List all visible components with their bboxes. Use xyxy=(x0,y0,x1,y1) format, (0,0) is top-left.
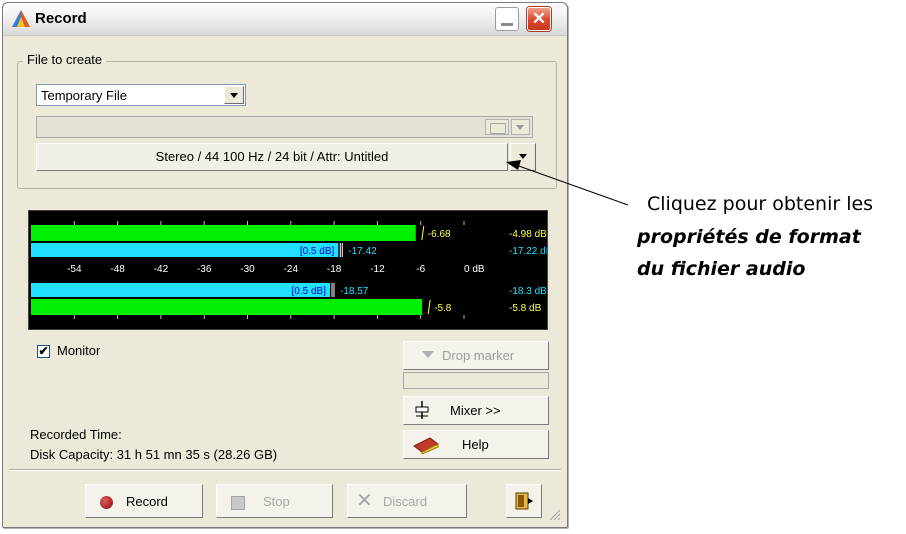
recorded-time-label: Recorded Time: xyxy=(30,427,122,442)
help-label: Help xyxy=(462,437,489,452)
meter-scale-label: -6 xyxy=(416,264,425,275)
meter-peak-label: -5.8 dB xyxy=(509,303,542,314)
meter-average-peak-label: -17.22 dB xyxy=(509,246,547,257)
stop-label: Stop xyxy=(263,494,290,509)
meter-peak-marker xyxy=(427,299,431,315)
help-button[interactable]: Help xyxy=(403,430,549,459)
meter-level-bar xyxy=(31,299,423,315)
help-book-icon xyxy=(413,437,439,454)
level-meter-graph: -54 -48 -42 -36 -30 -24 -18 -12 -6 0 dB -6.68 -4.98… xyxy=(31,221,553,319)
meter-scale-label: -42 xyxy=(154,264,169,275)
drop-marker-button[interactable]: Drop marker xyxy=(403,341,549,370)
meter-scale-label: -18 xyxy=(327,264,342,275)
window-title: Record xyxy=(35,10,87,27)
meter-scale-label: -36 xyxy=(197,264,212,275)
stop-button[interactable]: Stop xyxy=(216,484,333,518)
chevron-down-icon[interactable] xyxy=(224,86,244,104)
mixer-fader-icon xyxy=(415,401,429,419)
separator xyxy=(9,469,561,471)
discard-label: Discard xyxy=(383,494,428,509)
meter-peak-label: -4.98 dB xyxy=(509,229,547,240)
minimize-button[interactable] xyxy=(495,7,519,31)
mixer-label: Mixer >> xyxy=(450,403,501,418)
drop-marker-label: Drop marker xyxy=(442,348,515,363)
mixer-button[interactable]: Mixer >> xyxy=(403,396,549,425)
callout-text-line2: propriétés de format xyxy=(637,226,861,248)
meter-level-label: -6.68 xyxy=(428,229,451,240)
meter-level-label: -5.8 xyxy=(434,303,452,314)
browse-folder-button xyxy=(485,119,509,135)
monitor-checkbox[interactable]: ✔ xyxy=(37,345,50,358)
audio-format-dropdown-button[interactable] xyxy=(510,143,536,171)
level-meter: -54 -48 -42 -36 -30 -24 -18 -12 -6 0 dB -6.68 -4.98… xyxy=(28,210,553,330)
folder-dropdown-button xyxy=(511,119,530,135)
meter-scale-label: -30 xyxy=(240,264,255,275)
callout-text-line3: du fichier audio xyxy=(637,258,806,280)
marker-icon xyxy=(422,351,434,358)
meter-headroom-label: [0.5 dB] xyxy=(292,286,327,297)
record-label: Record xyxy=(126,494,168,509)
discard-x-icon: ✕ xyxy=(356,490,373,512)
meter-average-bar xyxy=(31,283,330,297)
app-logo-icon xyxy=(12,10,30,27)
file-type-value: Temporary File xyxy=(41,88,127,103)
meter-scale-label: -24 xyxy=(284,264,299,275)
record-button[interactable]: Record xyxy=(85,484,203,518)
file-path-field xyxy=(36,116,533,138)
meter-scale-label: 0 dB xyxy=(464,264,485,275)
meter-average-bar xyxy=(31,243,339,257)
exit-door-icon xyxy=(515,492,533,510)
marker-name-field[interactable] xyxy=(403,372,549,389)
monitor-label: Monitor xyxy=(57,343,101,358)
audio-format-button[interactable]: Stereo / 44 100 Hz / 24 bit / Attr: Unti… xyxy=(36,143,508,171)
folder-icon xyxy=(490,123,506,134)
meter-average-label: -17.42 xyxy=(348,246,377,257)
record-dialog: Record ✕ File to create Temporary File S… xyxy=(2,2,568,528)
meter-level-bar xyxy=(31,225,416,241)
exit-button[interactable] xyxy=(506,484,542,518)
disk-capacity-label: Disk Capacity: 31 h 51 mn 35 s (28.26 GB… xyxy=(30,447,278,462)
meter-peak-marker xyxy=(421,225,425,241)
meter-headroom-label: [0.5 dB] xyxy=(300,246,335,257)
meter-average-peak-label: -18.3 dB xyxy=(509,286,547,297)
stop-icon xyxy=(231,496,245,510)
meter-average-label: -18.57 xyxy=(340,286,369,297)
resize-grip-icon[interactable] xyxy=(547,507,561,521)
meter-scale-label: -54 xyxy=(67,264,82,275)
record-icon xyxy=(100,496,113,509)
close-button[interactable]: ✕ xyxy=(527,7,551,31)
file-type-select[interactable]: Temporary File xyxy=(36,84,246,106)
meter-scale-label: -48 xyxy=(110,264,125,275)
callout-text-line1: Cliquez pour obtenir les xyxy=(647,193,874,215)
group-legend: File to create xyxy=(23,52,107,67)
meter-scale-label: -12 xyxy=(370,264,385,275)
discard-button[interactable]: ✕ Discard xyxy=(347,484,467,518)
title-bar[interactable]: Record ✕ xyxy=(3,3,567,36)
